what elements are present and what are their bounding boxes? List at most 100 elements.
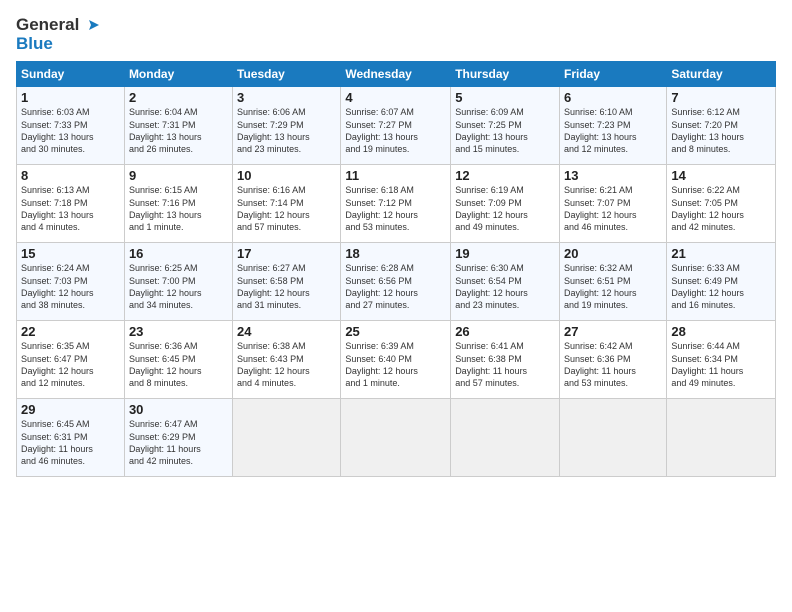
week-row-4: 22Sunrise: 6:35 AM Sunset: 6:47 PM Dayli…: [17, 321, 776, 399]
day-cell: 16Sunrise: 6:25 AM Sunset: 7:00 PM Dayli…: [124, 243, 232, 321]
day-info: Sunrise: 6:47 AM Sunset: 6:29 PM Dayligh…: [129, 418, 228, 467]
day-info: Sunrise: 6:16 AM Sunset: 7:14 PM Dayligh…: [237, 184, 336, 233]
logo: General Blue: [16, 16, 99, 53]
day-info: Sunrise: 6:12 AM Sunset: 7:20 PM Dayligh…: [671, 106, 771, 155]
day-info: Sunrise: 6:04 AM Sunset: 7:31 PM Dayligh…: [129, 106, 228, 155]
day-number: 16: [129, 246, 228, 261]
day-cell: 9Sunrise: 6:15 AM Sunset: 7:16 PM Daylig…: [124, 165, 232, 243]
day-number: 2: [129, 90, 228, 105]
day-info: Sunrise: 6:39 AM Sunset: 6:40 PM Dayligh…: [345, 340, 446, 389]
day-number: 19: [455, 246, 555, 261]
header: General Blue: [16, 12, 776, 53]
weekday-header-saturday: Saturday: [667, 62, 776, 87]
weekday-header-tuesday: Tuesday: [233, 62, 341, 87]
day-number: 6: [564, 90, 662, 105]
day-cell: 4Sunrise: 6:07 AM Sunset: 7:27 PM Daylig…: [341, 87, 451, 165]
day-cell: 20Sunrise: 6:32 AM Sunset: 6:51 PM Dayli…: [560, 243, 667, 321]
day-info: Sunrise: 6:35 AM Sunset: 6:47 PM Dayligh…: [21, 340, 120, 389]
day-number: 3: [237, 90, 336, 105]
day-info: Sunrise: 6:19 AM Sunset: 7:09 PM Dayligh…: [455, 184, 555, 233]
day-info: Sunrise: 6:32 AM Sunset: 6:51 PM Dayligh…: [564, 262, 662, 311]
day-cell: [233, 399, 341, 477]
logo-blue: Blue: [16, 35, 53, 54]
day-cell: 30Sunrise: 6:47 AM Sunset: 6:29 PM Dayli…: [124, 399, 232, 477]
day-number: 30: [129, 402, 228, 417]
day-info: Sunrise: 6:27 AM Sunset: 6:58 PM Dayligh…: [237, 262, 336, 311]
day-info: Sunrise: 6:22 AM Sunset: 7:05 PM Dayligh…: [671, 184, 771, 233]
day-cell: 7Sunrise: 6:12 AM Sunset: 7:20 PM Daylig…: [667, 87, 776, 165]
day-cell: 1Sunrise: 6:03 AM Sunset: 7:33 PM Daylig…: [17, 87, 125, 165]
day-cell: 29Sunrise: 6:45 AM Sunset: 6:31 PM Dayli…: [17, 399, 125, 477]
day-cell: 5Sunrise: 6:09 AM Sunset: 7:25 PM Daylig…: [451, 87, 560, 165]
day-number: 27: [564, 324, 662, 339]
day-info: Sunrise: 6:44 AM Sunset: 6:34 PM Dayligh…: [671, 340, 771, 389]
weekday-header-monday: Monday: [124, 62, 232, 87]
week-row-1: 1Sunrise: 6:03 AM Sunset: 7:33 PM Daylig…: [17, 87, 776, 165]
day-info: Sunrise: 6:09 AM Sunset: 7:25 PM Dayligh…: [455, 106, 555, 155]
weekday-header-row: SundayMondayTuesdayWednesdayThursdayFrid…: [17, 62, 776, 87]
day-cell: 11Sunrise: 6:18 AM Sunset: 7:12 PM Dayli…: [341, 165, 451, 243]
day-cell: 8Sunrise: 6:13 AM Sunset: 7:18 PM Daylig…: [17, 165, 125, 243]
weekday-header-friday: Friday: [560, 62, 667, 87]
day-info: Sunrise: 6:24 AM Sunset: 7:03 PM Dayligh…: [21, 262, 120, 311]
day-number: 5: [455, 90, 555, 105]
day-info: Sunrise: 6:06 AM Sunset: 7:29 PM Dayligh…: [237, 106, 336, 155]
weekday-header-thursday: Thursday: [451, 62, 560, 87]
day-cell: [451, 399, 560, 477]
day-info: Sunrise: 6:15 AM Sunset: 7:16 PM Dayligh…: [129, 184, 228, 233]
day-number: 23: [129, 324, 228, 339]
day-info: Sunrise: 6:41 AM Sunset: 6:38 PM Dayligh…: [455, 340, 555, 389]
day-info: Sunrise: 6:21 AM Sunset: 7:07 PM Dayligh…: [564, 184, 662, 233]
day-cell: 13Sunrise: 6:21 AM Sunset: 7:07 PM Dayli…: [560, 165, 667, 243]
day-number: 21: [671, 246, 771, 261]
weekday-header-sunday: Sunday: [17, 62, 125, 87]
logo-bird-icon: [81, 18, 99, 32]
day-info: Sunrise: 6:30 AM Sunset: 6:54 PM Dayligh…: [455, 262, 555, 311]
day-number: 18: [345, 246, 446, 261]
day-cell: 25Sunrise: 6:39 AM Sunset: 6:40 PM Dayli…: [341, 321, 451, 399]
day-number: 9: [129, 168, 228, 183]
page: General Blue SundayMondayTuesdayWednesda…: [0, 0, 792, 612]
day-info: Sunrise: 6:45 AM Sunset: 6:31 PM Dayligh…: [21, 418, 120, 467]
day-cell: 6Sunrise: 6:10 AM Sunset: 7:23 PM Daylig…: [560, 87, 667, 165]
day-cell: 22Sunrise: 6:35 AM Sunset: 6:47 PM Dayli…: [17, 321, 125, 399]
day-cell: [667, 399, 776, 477]
day-cell: 2Sunrise: 6:04 AM Sunset: 7:31 PM Daylig…: [124, 87, 232, 165]
day-number: 28: [671, 324, 771, 339]
day-number: 29: [21, 402, 120, 417]
day-cell: [341, 399, 451, 477]
day-cell: 15Sunrise: 6:24 AM Sunset: 7:03 PM Dayli…: [17, 243, 125, 321]
day-number: 1: [21, 90, 120, 105]
day-info: Sunrise: 6:25 AM Sunset: 7:00 PM Dayligh…: [129, 262, 228, 311]
day-info: Sunrise: 6:36 AM Sunset: 6:45 PM Dayligh…: [129, 340, 228, 389]
day-info: Sunrise: 6:07 AM Sunset: 7:27 PM Dayligh…: [345, 106, 446, 155]
day-number: 26: [455, 324, 555, 339]
day-cell: 3Sunrise: 6:06 AM Sunset: 7:29 PM Daylig…: [233, 87, 341, 165]
day-number: 15: [21, 246, 120, 261]
day-cell: 18Sunrise: 6:28 AM Sunset: 6:56 PM Dayli…: [341, 243, 451, 321]
day-cell: 27Sunrise: 6:42 AM Sunset: 6:36 PM Dayli…: [560, 321, 667, 399]
day-cell: [560, 399, 667, 477]
day-number: 8: [21, 168, 120, 183]
calendar-table: SundayMondayTuesdayWednesdayThursdayFrid…: [16, 61, 776, 477]
day-number: 4: [345, 90, 446, 105]
day-cell: 21Sunrise: 6:33 AM Sunset: 6:49 PM Dayli…: [667, 243, 776, 321]
day-cell: 17Sunrise: 6:27 AM Sunset: 6:58 PM Dayli…: [233, 243, 341, 321]
day-number: 11: [345, 168, 446, 183]
week-row-3: 15Sunrise: 6:24 AM Sunset: 7:03 PM Dayli…: [17, 243, 776, 321]
day-info: Sunrise: 6:28 AM Sunset: 6:56 PM Dayligh…: [345, 262, 446, 311]
day-number: 22: [21, 324, 120, 339]
day-info: Sunrise: 6:03 AM Sunset: 7:33 PM Dayligh…: [21, 106, 120, 155]
day-cell: 26Sunrise: 6:41 AM Sunset: 6:38 PM Dayli…: [451, 321, 560, 399]
day-number: 24: [237, 324, 336, 339]
day-number: 14: [671, 168, 771, 183]
day-number: 20: [564, 246, 662, 261]
day-cell: 23Sunrise: 6:36 AM Sunset: 6:45 PM Dayli…: [124, 321, 232, 399]
day-number: 25: [345, 324, 446, 339]
day-info: Sunrise: 6:18 AM Sunset: 7:12 PM Dayligh…: [345, 184, 446, 233]
day-number: 17: [237, 246, 336, 261]
day-info: Sunrise: 6:10 AM Sunset: 7:23 PM Dayligh…: [564, 106, 662, 155]
day-info: Sunrise: 6:38 AM Sunset: 6:43 PM Dayligh…: [237, 340, 336, 389]
day-info: Sunrise: 6:42 AM Sunset: 6:36 PM Dayligh…: [564, 340, 662, 389]
day-cell: 28Sunrise: 6:44 AM Sunset: 6:34 PM Dayli…: [667, 321, 776, 399]
